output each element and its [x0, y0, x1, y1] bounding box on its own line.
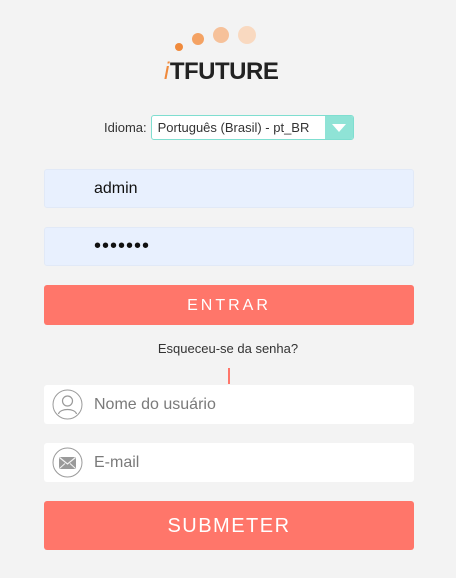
- logo-name: TFUTURE: [169, 58, 279, 85]
- divider: [228, 368, 230, 384]
- recovery-email-field[interactable]: [44, 443, 414, 482]
- language-selected-value: Português (Brasil) - pt_BR: [157, 120, 310, 135]
- logo-prefix: i: [164, 58, 169, 85]
- submit-button[interactable]: SUBMETER: [44, 501, 414, 550]
- language-dropdown-toggle[interactable]: [324, 116, 353, 139]
- language-select[interactable]: Português (Brasil) - pt_BR: [150, 115, 354, 140]
- recovery-email-input[interactable]: [94, 443, 394, 482]
- user-icon: [52, 389, 83, 420]
- language-row: Idioma: Português (Brasil) - pt_BR: [104, 114, 354, 141]
- password-input[interactable]: [94, 228, 394, 265]
- language-label: Idioma:: [104, 120, 147, 135]
- username-input[interactable]: [94, 170, 394, 207]
- chevron-down-icon: [331, 123, 346, 132]
- recovery-username-input[interactable]: [94, 385, 394, 424]
- username-field[interactable]: [44, 169, 414, 208]
- forgot-password-link[interactable]: Esqueceu-se da senha?: [0, 341, 456, 356]
- envelope-icon: [52, 447, 83, 478]
- recovery-username-field[interactable]: [44, 385, 414, 424]
- password-field[interactable]: [44, 227, 414, 266]
- login-button[interactable]: ENTRAR: [44, 285, 414, 325]
- logo-text: iTFUTURE: [164, 58, 279, 86]
